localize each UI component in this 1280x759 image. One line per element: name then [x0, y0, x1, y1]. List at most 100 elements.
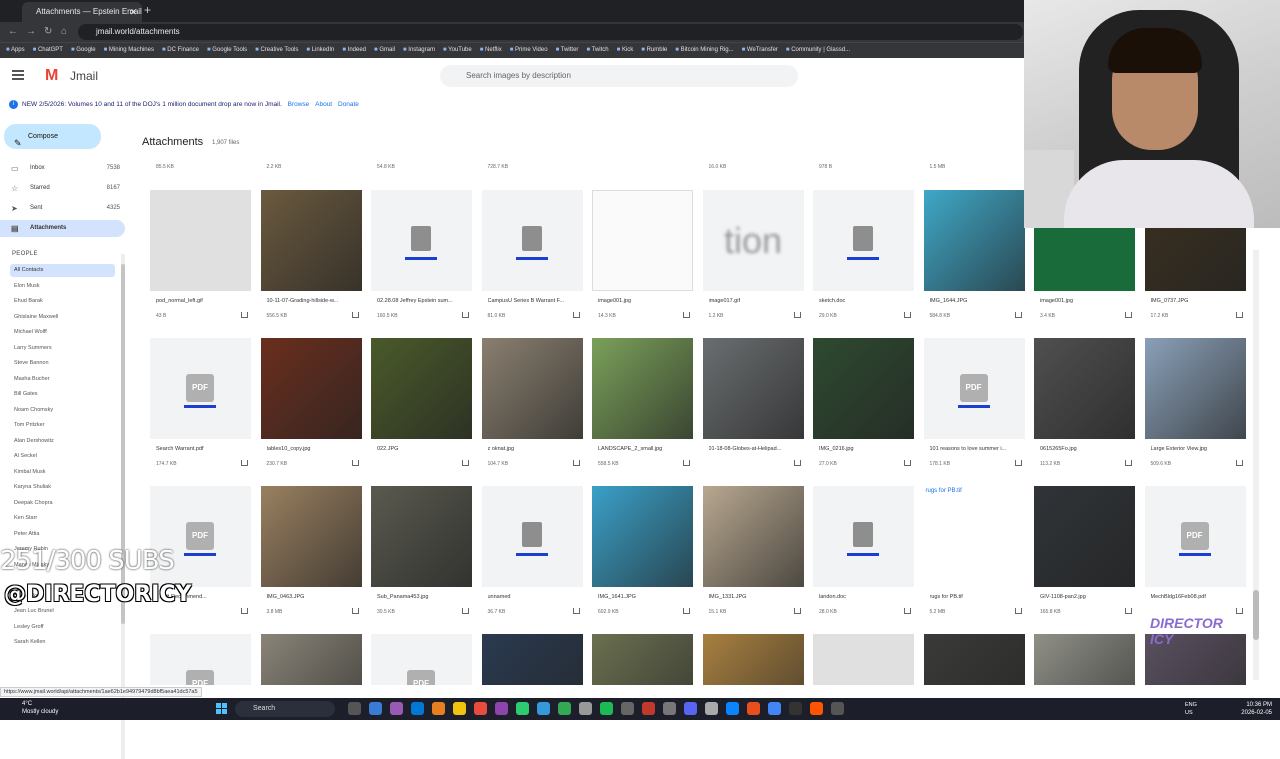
attachment-card[interactable]: IMG_0463.JPG 3.8 MB: [260, 486, 362, 626]
download-icon[interactable]: [241, 608, 248, 614]
taskbar-app-icon[interactable]: [537, 702, 550, 715]
contact-item[interactable]: Alan Dershowitz: [10, 435, 115, 448]
forward-icon[interactable]: →: [26, 26, 36, 37]
search-input[interactable]: Search images by description: [440, 65, 798, 87]
contact-item[interactable]: Karyna Shuliak: [10, 481, 115, 494]
attachment-thumbnail[interactable]: PDF: [371, 634, 472, 685]
sidebar-item-sent[interactable]: ➤ Sent 4325: [0, 200, 125, 217]
taskbar-app-icon[interactable]: [474, 702, 487, 715]
contact-item[interactable]: Ghislaine Maxwell: [10, 311, 115, 324]
download-icon[interactable]: [241, 312, 248, 318]
bookmark-item[interactable]: YouTube: [443, 43, 472, 58]
sidebar-item-attachments[interactable]: ▤ Attachments: [0, 220, 125, 237]
download-icon[interactable]: [1125, 312, 1132, 318]
attachment-thumbnail[interactable]: [371, 338, 472, 439]
contact-item[interactable]: Larry Summers: [10, 342, 115, 355]
jmail-logo-icon[interactable]: M: [45, 67, 58, 85]
attachment-card[interactable]: z oknat.jpg 104.7 KB: [481, 338, 583, 478]
language-indicator[interactable]: ENG US: [1185, 701, 1197, 717]
attachment-thumbnail[interactable]: [481, 486, 583, 587]
home-icon[interactable]: ⌂: [61, 26, 67, 37]
bookmark-item[interactable]: DC Finance: [162, 43, 199, 58]
download-icon[interactable]: [241, 460, 248, 466]
attachment-card[interactable]: sketch.doc 29.0 KB: [813, 190, 914, 330]
attachment-thumbnail[interactable]: [813, 338, 914, 439]
bookmark-item[interactable]: Creative Tools: [255, 43, 298, 58]
download-icon[interactable]: [904, 460, 911, 466]
attachment-card[interactable]: tables10_copy.jpg 230.7 KB: [260, 338, 362, 478]
download-icon[interactable]: [462, 312, 469, 318]
attachment-card[interactable]: PDF: [150, 634, 251, 685]
attachment-card[interactable]: PDF MechBldg16Feb08.pdf: [1144, 486, 1246, 626]
download-icon[interactable]: [904, 312, 911, 318]
attachment-thumbnail[interactable]: [481, 338, 583, 439]
bookmark-item[interactable]: Community | Glassd...: [786, 43, 850, 58]
banner-about-link[interactable]: About: [315, 101, 332, 108]
bookmark-item[interactable]: Instagram: [403, 43, 435, 58]
taskbar-app-icon[interactable]: [684, 702, 697, 715]
download-icon[interactable]: [572, 460, 580, 466]
taskbar-app-icon[interactable]: [831, 702, 844, 715]
taskbar-app-icon[interactable]: [747, 702, 760, 715]
sidebar-scrollbar[interactable]: [121, 254, 125, 759]
attachment-thumbnail[interactable]: PDF: [150, 634, 251, 685]
taskbar-search[interactable]: Search: [235, 701, 335, 717]
download-icon[interactable]: [1014, 312, 1022, 318]
attachment-card[interactable]: IMG_0216.jpg 27.0 KB: [813, 338, 914, 478]
taskbar-app-icon[interactable]: [348, 702, 361, 715]
url-field[interactable]: jmail.world/attachments: [78, 24, 1023, 40]
menu-icon[interactable]: [12, 70, 24, 80]
download-icon[interactable]: [1014, 460, 1022, 466]
download-icon[interactable]: [1235, 460, 1243, 466]
attachment-card[interactable]: [923, 634, 1025, 685]
download-icon[interactable]: [793, 460, 801, 466]
attachment-card[interactable]: 10-11-07-Grading-hillside-w... 556.5 KB: [260, 190, 362, 330]
attachment-thumbnail[interactable]: [260, 338, 362, 439]
download-icon[interactable]: [462, 460, 469, 466]
attachment-card[interactable]: unnamed 36.7 KB: [481, 486, 583, 626]
contact-item[interactable]: All Contacts: [10, 264, 115, 277]
attachment-thumbnail[interactable]: [702, 634, 804, 685]
contact-item[interactable]: Kimbal Musk: [10, 466, 115, 479]
attachment-thumbnail[interactable]: [371, 486, 472, 587]
taskbar-app-icon[interactable]: [663, 702, 676, 715]
bookmark-item[interactable]: LinkedIn: [306, 43, 335, 58]
download-icon[interactable]: [793, 608, 801, 614]
attachment-thumbnail[interactable]: [1034, 338, 1135, 439]
taskbar-app-icon[interactable]: [705, 702, 718, 715]
download-icon[interactable]: [683, 608, 690, 614]
weather-widget[interactable]: 4°C Mostly cloudy: [22, 700, 58, 716]
attachment-card[interactable]: 0615265Fo.jpg 113.2 KB: [1034, 338, 1135, 478]
reload-icon[interactable]: ↻: [44, 26, 52, 37]
attachment-thumbnail[interactable]: [702, 338, 804, 439]
banner-browse-link[interactable]: Browse: [288, 101, 310, 108]
download-icon[interactable]: [351, 460, 359, 466]
attachment-thumbnail[interactable]: [592, 338, 693, 439]
attachment-thumbnail[interactable]: [481, 190, 583, 291]
bookmark-item[interactable]: Mining Machines: [104, 43, 154, 58]
bookmark-item[interactable]: Indeed: [342, 43, 366, 58]
compose-button[interactable]: ✎ Compose: [4, 124, 101, 149]
main-scrollbar[interactable]: [1253, 250, 1259, 680]
contact-item[interactable]: Deepak Chopra: [10, 497, 115, 510]
contact-item[interactable]: Ken Starr: [10, 512, 115, 525]
download-icon[interactable]: [351, 312, 359, 318]
attachment-card[interactable]: landon.doc 28.0 KB: [813, 486, 914, 626]
attachment-thumbnail[interactable]: [260, 486, 362, 587]
attachment-card[interactable]: 01-18-08-Globes-at-Helipad...: [702, 338, 804, 478]
attachment-card[interactable]: CampusU Series B Warrant F... 81.0 KB: [481, 190, 583, 330]
taskbar-app-icon[interactable]: [453, 702, 466, 715]
clock[interactable]: 10:36 PM 2026-02-05: [1241, 701, 1272, 717]
contact-item[interactable]: Peter Attia: [10, 528, 115, 541]
attachment-thumbnail[interactable]: PDF: [150, 338, 251, 439]
download-icon[interactable]: [683, 312, 690, 318]
download-icon[interactable]: [572, 608, 580, 614]
taskbar-app-icon[interactable]: [768, 702, 781, 715]
download-icon[interactable]: [462, 608, 469, 614]
attachment-thumbnail[interactable]: [260, 190, 362, 291]
contact-item[interactable]: Sarah Kellen: [10, 636, 115, 649]
download-icon[interactable]: [1125, 460, 1132, 466]
attachment-thumbnail[interactable]: [813, 190, 914, 291]
attachment-card[interactable]: 02.28.08 Jeffrey Epstein sum... 160.5 KB: [371, 190, 472, 330]
attachment-thumbnail[interactable]: [592, 486, 693, 587]
